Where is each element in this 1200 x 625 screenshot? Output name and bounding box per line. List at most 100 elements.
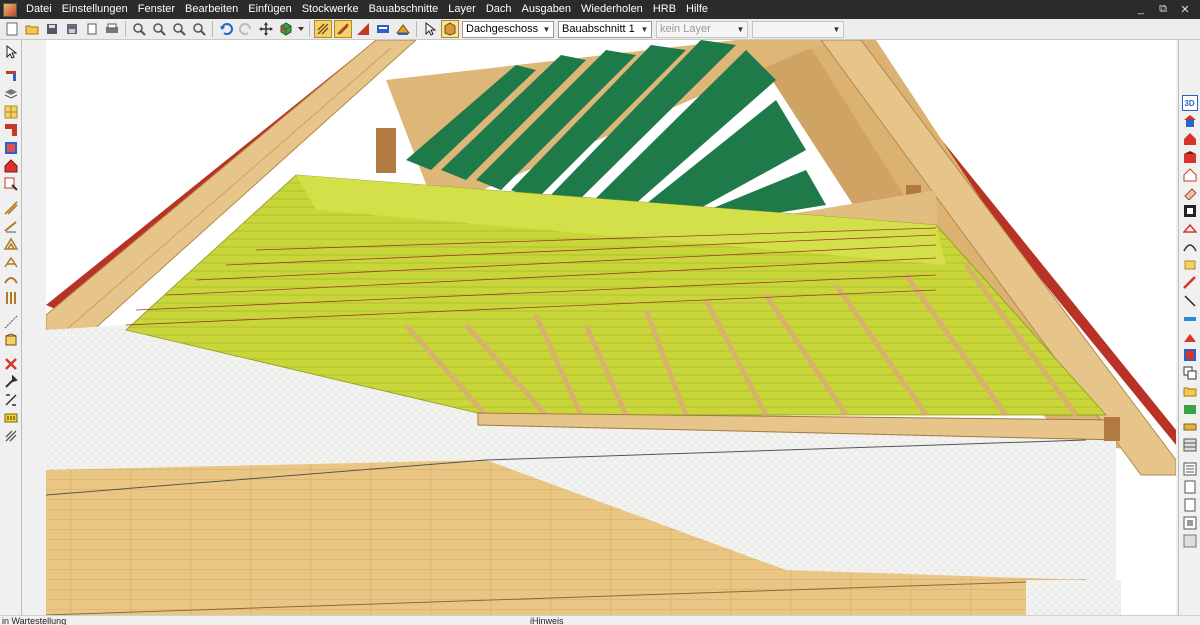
elevation-icon[interactable]: [394, 20, 412, 38]
floor-select[interactable]: Dachgeschoss ▼: [462, 20, 554, 38]
new-file-icon[interactable]: [3, 20, 21, 38]
layers-icon[interactable]: [3, 86, 19, 102]
select-pointer-icon[interactable]: [3, 44, 19, 60]
toolbar-separator: [125, 21, 126, 37]
layer-select-value: kein Layer: [660, 23, 711, 35]
print-preview-icon[interactable]: [83, 20, 101, 38]
label-tool-icon[interactable]: [3, 176, 19, 192]
zoom-all-icon[interactable]: [170, 20, 188, 38]
window-tool-icon[interactable]: [3, 104, 19, 120]
eraser-icon[interactable]: [1182, 185, 1198, 201]
pointer-icon[interactable]: [421, 20, 439, 38]
blank-page-icon[interactable]: [1182, 479, 1198, 495]
area-tool-icon[interactable]: [3, 140, 19, 156]
chevron-down-icon: ▼: [736, 24, 745, 34]
dropdown-arrow-icon[interactable]: [297, 20, 305, 38]
section-select[interactable]: Bauabschnitt 1 ▼: [558, 20, 652, 38]
print-icon[interactable]: [103, 20, 121, 38]
wall-view-icon[interactable]: [1182, 275, 1198, 291]
measure-icon[interactable]: [3, 314, 19, 330]
purlin-icon[interactable]: [3, 218, 19, 234]
image-icon[interactable]: [1182, 515, 1198, 531]
menu-fenster[interactable]: Fenster: [133, 0, 180, 19]
tools-icon[interactable]: [3, 374, 19, 390]
chevron-down-icon[interactable]: ▼: [638, 22, 651, 37]
app-icon[interactable]: [3, 2, 17, 17]
green-box-icon[interactable]: [1182, 401, 1198, 417]
3d-cube-icon[interactable]: [277, 20, 295, 38]
menu-dach[interactable]: Dach: [481, 0, 517, 19]
wall-tool-icon[interactable]: [3, 68, 19, 84]
minimize-button[interactable]: _: [1136, 3, 1146, 16]
zoom-window-icon[interactable]: [130, 20, 148, 38]
room-tool-icon[interactable]: [3, 122, 19, 138]
extra-select: ▼: [752, 20, 844, 38]
frame-icon[interactable]: [1182, 257, 1198, 273]
rafter-icon[interactable]: [3, 200, 19, 216]
menu-datei[interactable]: Datei: [21, 0, 57, 19]
roof-view-icon[interactable]: [1182, 113, 1198, 129]
close-button[interactable]: ✕: [1180, 3, 1190, 16]
house-outline-icon[interactable]: [1182, 167, 1198, 183]
floor-select-value: Dachgeschoss: [466, 23, 539, 35]
zoom-pan-icon[interactable]: [190, 20, 208, 38]
menu-hrb[interactable]: HRB: [648, 0, 681, 19]
save-icon[interactable]: [43, 20, 61, 38]
fill-icon[interactable]: [1182, 203, 1198, 219]
menu-layer[interactable]: Layer: [443, 0, 481, 19]
beam-tool-icon[interactable]: [314, 20, 332, 38]
folder-icon[interactable]: [1182, 383, 1198, 399]
list-icon[interactable]: [1182, 461, 1198, 477]
menu-wiederholen[interactable]: Wiederholen: [576, 0, 648, 19]
copy-icon[interactable]: [3, 392, 19, 408]
scroll-icon[interactable]: [1182, 533, 1198, 549]
rafter-tool-icon[interactable]: [334, 20, 352, 38]
menu-ausgaben[interactable]: Ausgaben: [517, 0, 577, 19]
toolbar-separator: [212, 21, 213, 37]
truss-red-icon[interactable]: [1182, 221, 1198, 237]
ruler-icon[interactable]: [1182, 419, 1198, 435]
toolbar-separator: [309, 21, 310, 37]
chevron-down-icon: ▼: [832, 24, 841, 34]
truss-icon[interactable]: [3, 236, 19, 252]
menu-hilfe[interactable]: Hilfe: [681, 0, 713, 19]
dimension-icon[interactable]: [3, 332, 19, 348]
package-icon[interactable]: [441, 20, 459, 38]
house-view-icon[interactable]: [1182, 131, 1198, 147]
zoom-out-icon[interactable]: [150, 20, 168, 38]
line-tool-icon[interactable]: [1182, 293, 1198, 309]
post-icon[interactable]: [3, 290, 19, 306]
settings-icon[interactable]: [3, 428, 19, 444]
save-as-icon[interactable]: [63, 20, 81, 38]
restore-button[interactable]: ⧉: [1158, 3, 1168, 16]
main-toolbar: Dachgeschoss ▼ Bauabschnitt 1 ▼ kein Lay…: [0, 19, 1200, 40]
toolbar-separator: [416, 21, 417, 37]
move-icon[interactable]: [257, 20, 275, 38]
arch-view-icon[interactable]: [1182, 239, 1198, 255]
building-icon[interactable]: [1182, 149, 1198, 165]
house-tool-icon[interactable]: [3, 158, 19, 174]
roof-section-icon[interactable]: [354, 20, 372, 38]
grid-icon[interactable]: [1182, 437, 1198, 453]
menu-einstellungen[interactable]: Einstellungen: [57, 0, 133, 19]
page-icon[interactable]: [1182, 497, 1198, 513]
pipe-icon[interactable]: [1182, 311, 1198, 327]
menu-stockwerke[interactable]: Stockwerke: [297, 0, 364, 19]
undo-icon[interactable]: [217, 20, 235, 38]
numbering-icon[interactable]: [3, 410, 19, 426]
dormer-icon[interactable]: [1182, 329, 1198, 345]
collar-beam-icon[interactable]: [3, 254, 19, 270]
copy-view-icon[interactable]: [1182, 365, 1198, 381]
3d-viewport[interactable]: [46, 40, 1176, 615]
stairs-icon[interactable]: [1182, 347, 1198, 363]
menu-bauabschnitte[interactable]: Bauabschnitte: [364, 0, 444, 19]
floor-plan-icon[interactable]: [374, 20, 392, 38]
chevron-down-icon[interactable]: ▼: [540, 22, 553, 37]
arch-icon[interactable]: [3, 272, 19, 288]
open-folder-icon[interactable]: [23, 20, 41, 38]
redo-icon[interactable]: [237, 20, 255, 38]
menu-bearbeiten[interactable]: Bearbeiten: [180, 0, 243, 19]
menu-einfuegen[interactable]: Einfügen: [243, 0, 296, 19]
3d-view-button[interactable]: 3D: [1181, 95, 1198, 111]
delete-icon[interactable]: [3, 356, 19, 372]
